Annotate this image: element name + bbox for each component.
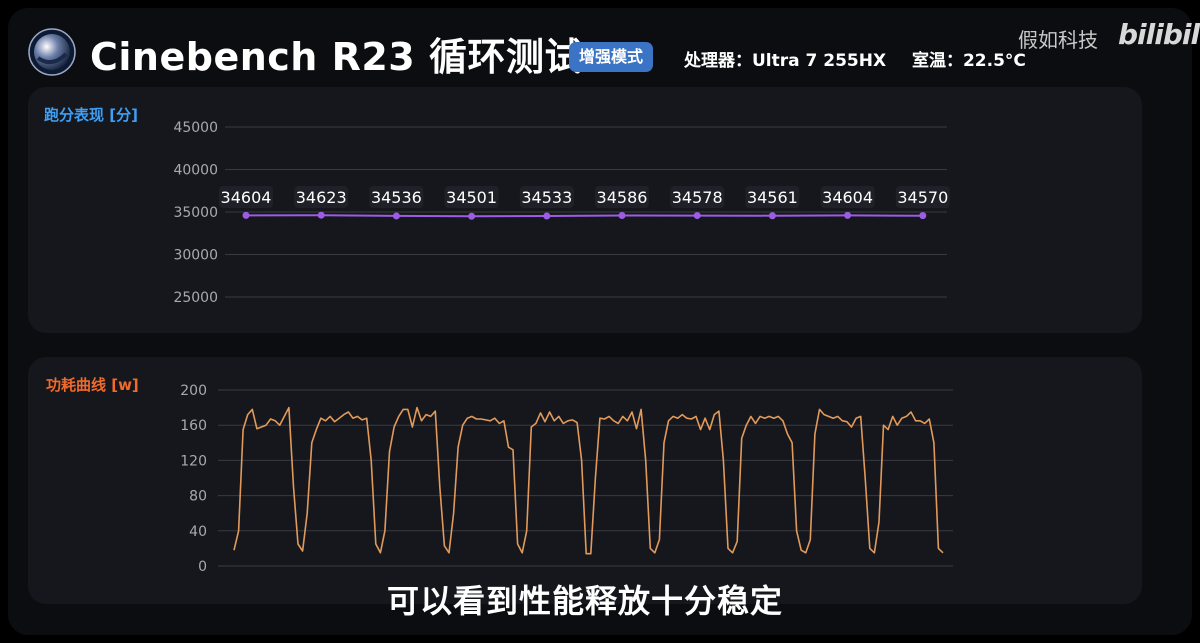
score-data-point	[768, 212, 776, 220]
score-data-label: 34533	[521, 188, 572, 207]
score-data-point	[693, 212, 701, 220]
power-y-tick-label: 80	[189, 489, 207, 505]
score-series-line	[245, 214, 923, 218]
score-data-label: 34501	[446, 188, 497, 207]
score-data-label: 34570	[897, 188, 948, 207]
score-y-tick-label: 40000	[173, 163, 218, 179]
charts-svg: 跑分表现 [分] 25000 30000 35000 40000 45000 34604 34…	[44, 106, 953, 575]
video-subtitle: 可以看到性能释放十分稳定	[386, 582, 783, 620]
score-data-label: 34536	[371, 188, 422, 207]
score-data-label: 34623	[296, 188, 347, 207]
power-y-tick-label: 160	[180, 418, 207, 434]
score-data-label: 34604	[822, 188, 873, 207]
power-y-tick-label: 120	[180, 453, 207, 469]
score-y-tick-label: 25000	[173, 290, 218, 306]
score-data-label: 34604	[221, 188, 272, 207]
score-data-label: 34578	[672, 188, 723, 207]
score-y-tick-label: 35000	[173, 205, 218, 221]
score-data-point	[618, 212, 626, 220]
score-data-point	[844, 211, 852, 219]
score-data-point	[242, 211, 250, 219]
power-chart-title: 功耗曲线 [w]	[46, 376, 139, 394]
power-y-tick-label: 0	[198, 559, 207, 575]
score-data-label: 34586	[597, 188, 648, 207]
power-series-line	[233, 406, 944, 555]
score-data-point	[468, 212, 476, 220]
score-data-point	[919, 212, 927, 220]
score-data-point	[392, 212, 400, 220]
power-y-tick-label: 40	[189, 524, 207, 540]
score-chart-title: 跑分表现 [分]	[44, 106, 138, 124]
score-y-tick-label: 30000	[173, 248, 218, 264]
score-data-point	[543, 212, 551, 220]
score-y-tick-label: 45000	[173, 120, 218, 136]
score-data-point	[317, 211, 325, 219]
score-data-label: 34561	[747, 188, 798, 207]
power-y-tick-label: 200	[180, 383, 207, 399]
